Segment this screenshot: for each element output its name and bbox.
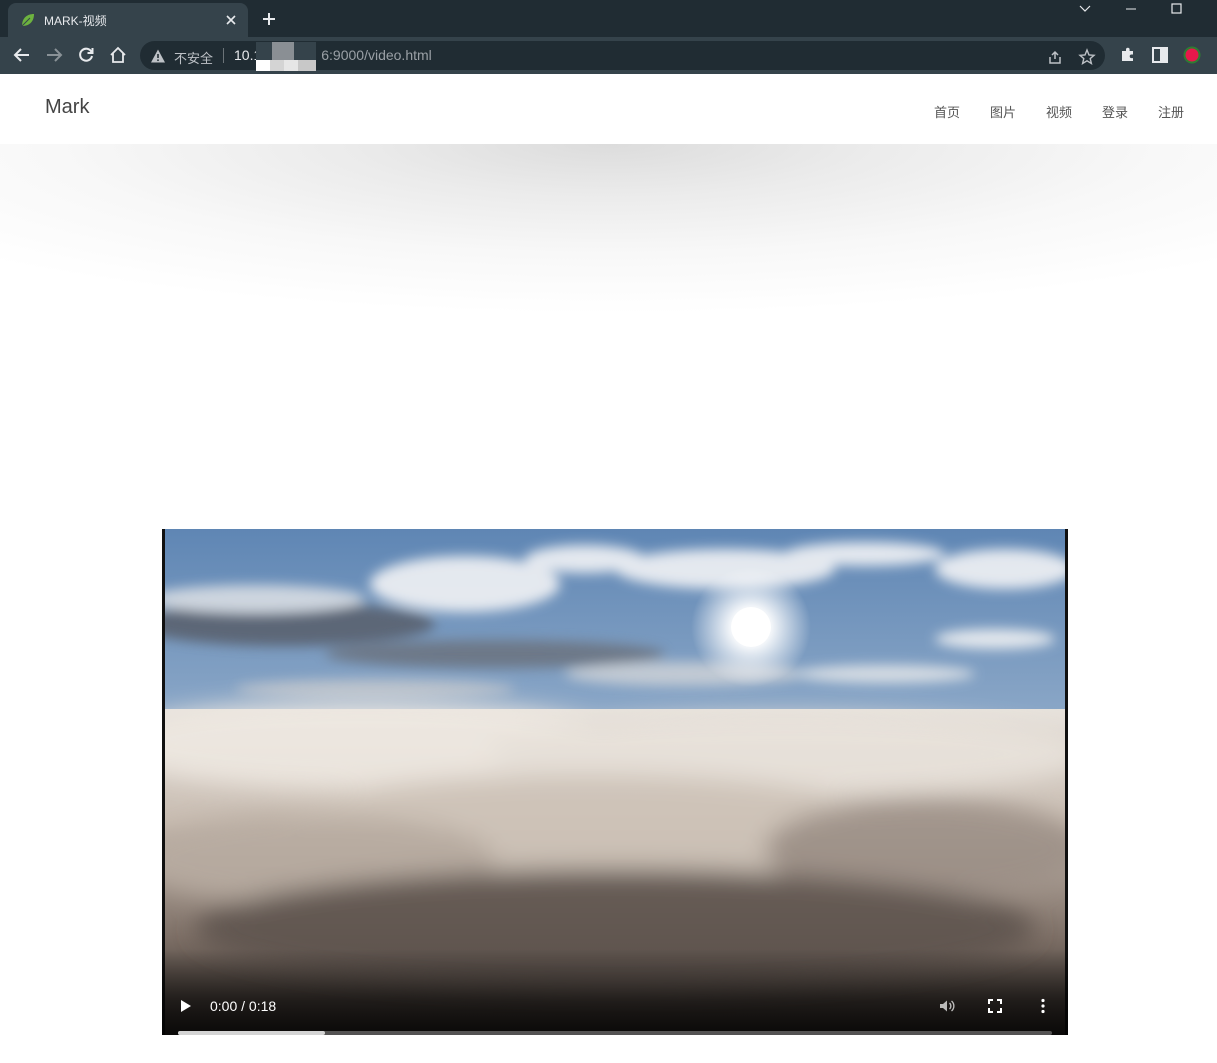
url-path: 6:9000/video.html — [321, 47, 432, 63]
new-tab-icon[interactable] — [260, 10, 278, 28]
not-secure-label: 不安全 — [174, 52, 214, 67]
site-navbar: Mark 首页 图片 视频 登录 注册 — [0, 74, 1217, 144]
nav-item-register[interactable]: 注册 — [1158, 102, 1184, 121]
video-buffered-fill — [178, 1031, 325, 1035]
video-time: 0:00 / 0:18 — [210, 998, 277, 1014]
nav-item-video[interactable]: 视频 — [1046, 102, 1072, 121]
browser-tab[interactable]: MARK-视频 — [8, 3, 248, 37]
extensions-puzzle-icon[interactable] — [1118, 45, 1138, 65]
video-player[interactable]: 0:00 / 0:18 — [162, 529, 1068, 1035]
bookmark-star-icon[interactable] — [1078, 48, 1096, 66]
nav-item-home[interactable]: 首页 — [934, 102, 960, 121]
profile-avatar-icon[interactable] — [1182, 45, 1202, 65]
site-brand[interactable]: Mark — [45, 96, 89, 119]
omnibox-divider — [223, 48, 224, 63]
side-panel-icon[interactable] — [1150, 45, 1170, 65]
chevron-down-icon[interactable] — [1062, 0, 1108, 28]
forward-arrow-icon[interactable] — [44, 45, 64, 65]
volume-icon[interactable] — [938, 997, 956, 1015]
tab-title: MARK-视频 — [44, 14, 107, 28]
video-controls: 0:00 / 0:18 — [162, 949, 1068, 1035]
home-icon[interactable] — [108, 45, 128, 65]
url-redaction-mosaic — [256, 42, 316, 71]
nav-item-images[interactable]: 图片 — [990, 102, 1016, 121]
browser-titlebar: MARK-视频 — [0, 0, 1217, 37]
nav-item-login[interactable]: 登录 — [1102, 102, 1128, 121]
share-icon[interactable] — [1046, 48, 1064, 66]
fullscreen-icon[interactable] — [986, 997, 1004, 1015]
reload-icon[interactable] — [76, 45, 96, 65]
back-arrow-icon[interactable] — [12, 45, 32, 65]
play-icon[interactable] — [178, 997, 194, 1015]
browser-toolbar: 不安全 10.1 6:9000/video.html — [0, 37, 1217, 74]
video-progress-track[interactable] — [178, 1031, 1052, 1035]
header-shadow — [0, 144, 1217, 314]
maximize-icon[interactable] — [1154, 0, 1200, 28]
more-options-icon[interactable] — [1034, 997, 1052, 1015]
minimize-icon[interactable] — [1108, 0, 1154, 28]
warning-icon[interactable] — [150, 48, 166, 64]
leaf-icon — [21, 14, 34, 27]
close-icon[interactable] — [222, 11, 240, 29]
